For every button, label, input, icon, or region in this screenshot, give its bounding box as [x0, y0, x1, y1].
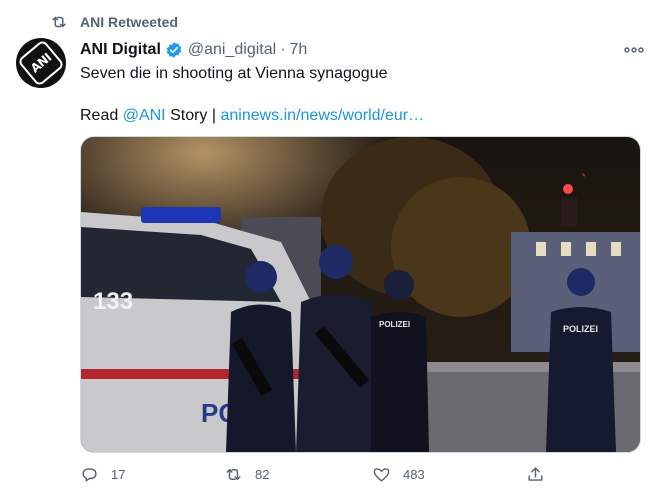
media-image[interactable]: 133 PO POLIZEI POLIZEI: [80, 136, 641, 453]
tweet-header: ANI Digital @ani_digital · 7h: [80, 38, 646, 62]
heart-icon: [373, 467, 390, 482]
retweet-icon: [52, 16, 66, 28]
share-button[interactable]: [526, 458, 557, 490]
avatar-logo: ANI: [17, 39, 65, 87]
retweet-button[interactable]: 82: [224, 458, 269, 490]
more-options-button[interactable]: [622, 38, 646, 62]
mention-link[interactable]: @ANI: [123, 107, 166, 124]
vehicle-number: 133: [93, 288, 133, 315]
author-handle[interactable]: @ani_digital: [188, 41, 276, 59]
reply-button[interactable]: 17: [80, 458, 125, 490]
read-prefix: Read: [80, 107, 123, 124]
like-button[interactable]: 483: [372, 458, 425, 490]
reply-count: 17: [111, 466, 126, 482]
vest-label-1: POLIZEI: [379, 320, 410, 329]
retweet-label[interactable]: ANI Retweeted: [80, 14, 178, 30]
tweet-actions: 17 82 483: [80, 458, 560, 490]
tweet-link-line: Read @ANI Story | aninews.in/news/world/…: [80, 104, 640, 128]
police-scene-photo: 133 PO POLIZEI POLIZEI: [81, 137, 640, 452]
avatar[interactable]: ANI: [16, 38, 66, 88]
retweet-indicator: ANI Retweeted: [50, 12, 178, 32]
retweet-count: 82: [255, 466, 270, 482]
more-icon: [624, 47, 644, 53]
reply-icon: [82, 467, 97, 482]
like-count: 483: [403, 466, 425, 482]
tweet-body: Seven die in shooting at Vienna synagogu…: [80, 62, 640, 128]
vest-label-2: POLIZEI: [563, 324, 598, 334]
share-icon: [528, 466, 543, 481]
story-text: Story |: [165, 107, 221, 124]
verified-badge-icon: [166, 42, 182, 58]
author-name[interactable]: ANI Digital: [80, 41, 161, 59]
article-link[interactable]: aninews.in/news/world/eur…: [220, 107, 424, 124]
separator-dot: ·: [280, 41, 286, 58]
tweet-time[interactable]: 7h: [290, 41, 308, 59]
retweet-icon: [226, 468, 241, 480]
tweet-text-line: Seven die in shooting at Vienna synagogu…: [80, 65, 388, 82]
